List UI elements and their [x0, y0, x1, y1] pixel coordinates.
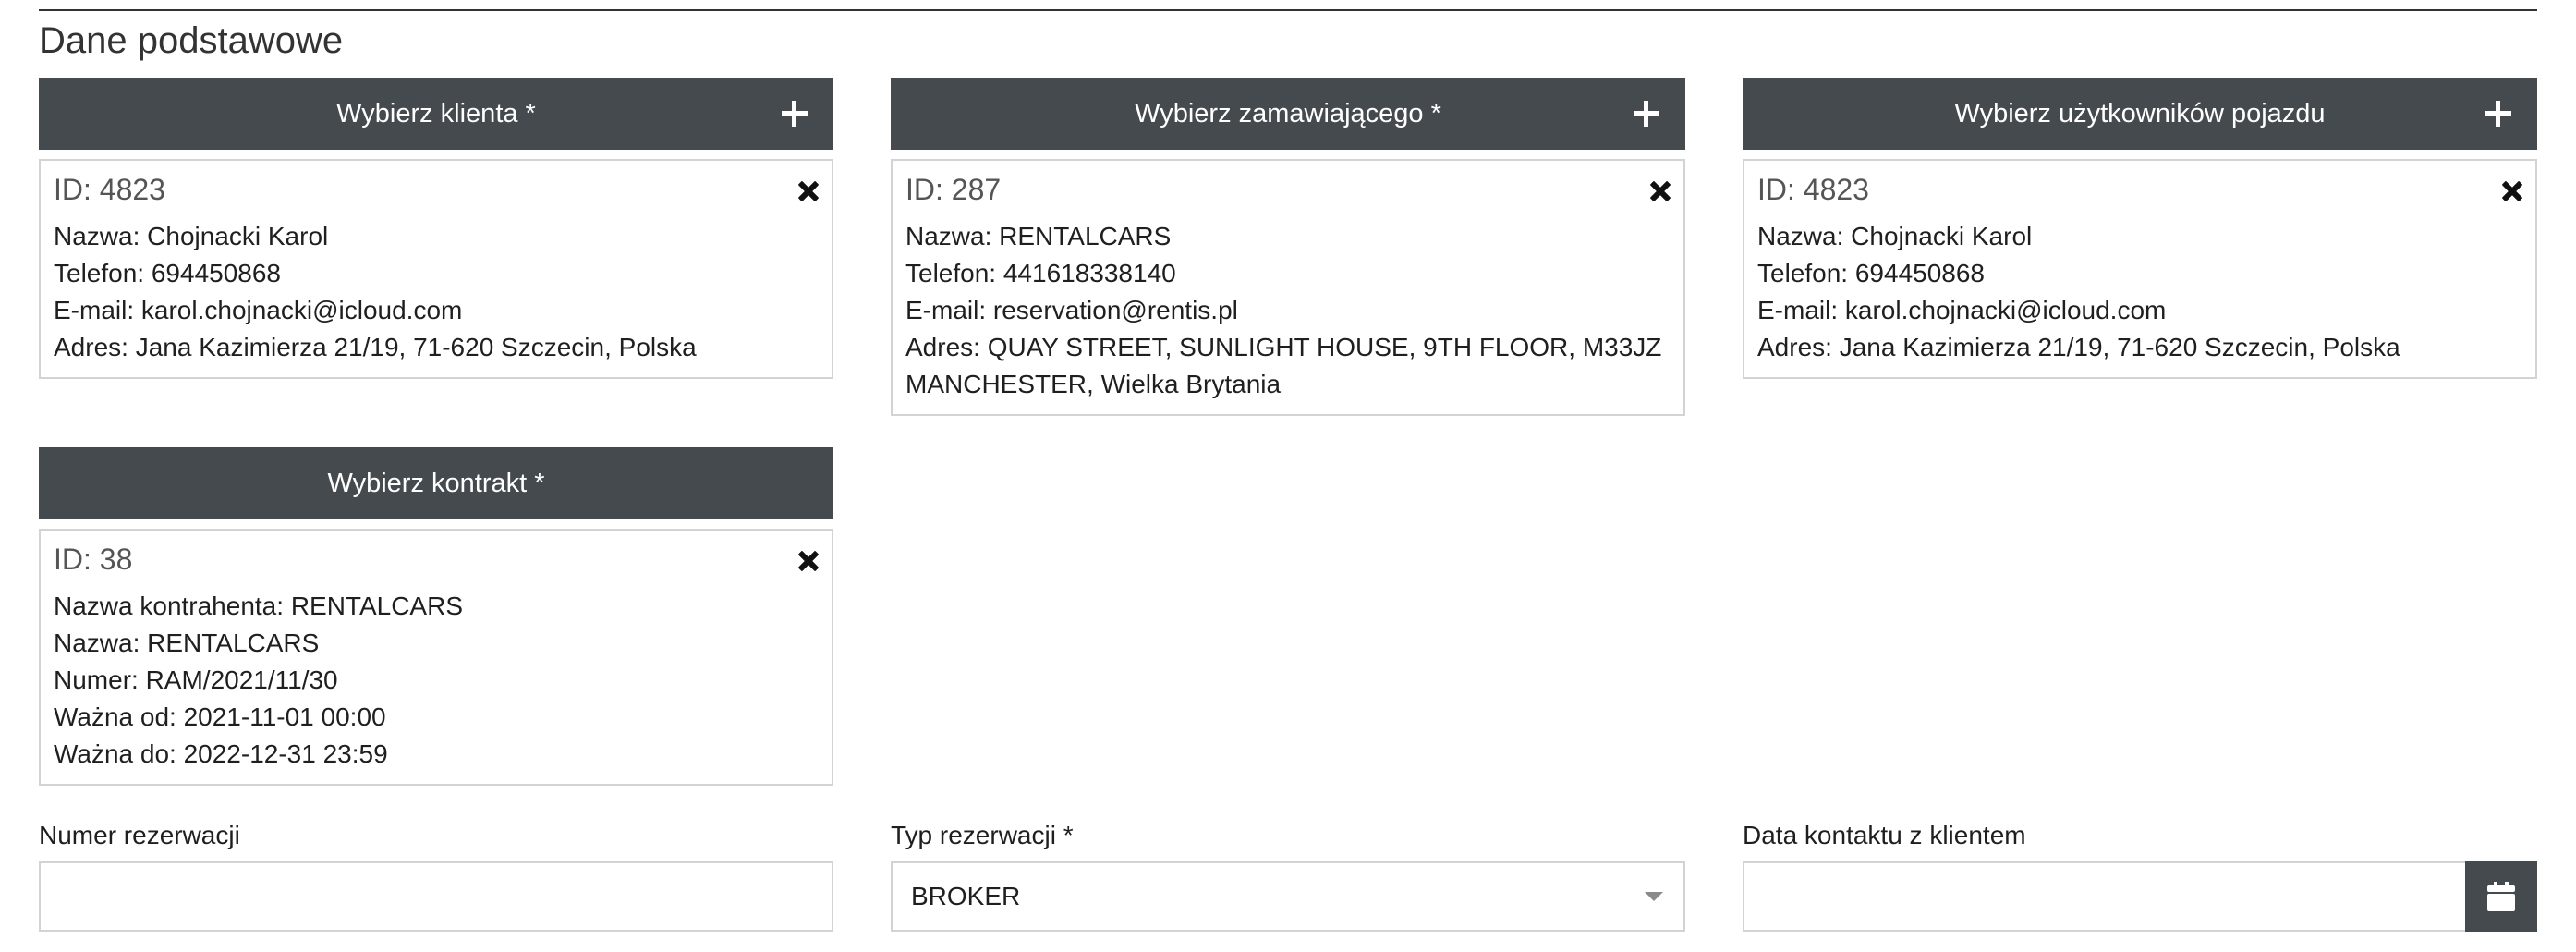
client-phone: Telefon: 694450868: [54, 259, 281, 287]
caret-down-icon: [1645, 892, 1663, 901]
orderer-id: ID: 287: [905, 173, 1002, 206]
select-orderer-label: Wybierz zamawiającego *: [1135, 99, 1441, 128]
vehicle-user-email: E-mail: karol.chojnacki@icloud.com: [1757, 296, 2167, 324]
client-contact-date-input[interactable]: [1743, 861, 2467, 932]
calendar-icon: [2487, 882, 2515, 911]
reservation-type-select[interactable]: BROKER: [891, 861, 1685, 932]
calendar-button[interactable]: [2465, 861, 2537, 932]
client-contact-date-label: Data kontaktu z klientem: [1743, 821, 2026, 849]
orderer-phone: Telefon: 441618338140: [905, 259, 1176, 287]
client-id: ID: 4823: [54, 173, 165, 206]
plus-icon[interactable]: [1634, 101, 1659, 127]
select-vehicle-users-label: Wybierz użytkowników pojazdu: [1954, 99, 2326, 128]
client-email: E-mail: karol.chojnacki@icloud.com: [54, 296, 463, 324]
basic-data-form: Dane podstawowe Wybierz klienta * ID: 48…: [0, 0, 2576, 952]
reservation-type-label: Typ rezerwacji *: [891, 821, 1074, 849]
vehicle-user-phone: Telefon: 694450868: [1757, 259, 1985, 287]
select-contract-button[interactable]: Wybierz kontrakt *: [39, 447, 833, 519]
vehicle-user-address: Adres: Jana Kazimierza 21/19, 71-620 Szc…: [1757, 333, 2400, 361]
reservation-number-input[interactable]: [39, 861, 833, 932]
orderer-address: Adres: QUAY STREET, SUNLIGHT HOUSE, 9TH …: [905, 333, 1662, 398]
reservation-type-value: BROKER: [911, 882, 1021, 910]
contract-valid-to: Ważna do: 2022-12-31 23:59: [54, 739, 388, 768]
vehicle-user-id: ID: 4823: [1757, 173, 1869, 206]
contract-number: Numer: RAM/2021/11/30: [54, 665, 338, 694]
orderer-email: E-mail: reservation@rentis.pl: [905, 296, 1238, 324]
close-icon[interactable]: [796, 179, 820, 203]
contract-name: Nazwa: RENTALCARS: [54, 629, 320, 657]
plus-icon[interactable]: [2485, 101, 2511, 127]
select-orderer-button[interactable]: Wybierz zamawiającego *: [891, 78, 1685, 150]
orderer-card: ID: 287 Nazwa: RENTALCARS Telefon: 44161…: [891, 159, 1685, 416]
contract-card: ID: 38 Nazwa kontrahenta: RENTALCARS Naz…: [39, 529, 833, 786]
contract-valid-from: Ważna od: 2021-11-01 00:00: [54, 702, 386, 731]
contract-selector-group: Wybierz kontrakt * ID: 38 Nazwa kontrahe…: [39, 447, 833, 786]
client-address: Adres: Jana Kazimierza 21/19, 71-620 Szc…: [54, 333, 697, 361]
select-client-button[interactable]: Wybierz klienta *: [39, 78, 833, 150]
close-icon[interactable]: [2500, 179, 2524, 203]
vehicle-user-name: Nazwa: Chojnacki Karol: [1757, 222, 2033, 250]
section-title: Dane podstawowe: [39, 20, 344, 61]
close-icon[interactable]: [796, 549, 820, 573]
orderer-selector-group: Wybierz zamawiającego * ID: 287 Nazwa: R…: [891, 78, 1685, 416]
client-name: Nazwa: Chojnacki Karol: [54, 222, 329, 250]
vehicle-users-card: ID: 4823 Nazwa: Chojnacki Karol Telefon:…: [1743, 159, 2537, 379]
orderer-name: Nazwa: RENTALCARS: [905, 222, 1172, 250]
close-icon[interactable]: [1648, 179, 1672, 203]
select-client-label: Wybierz klienta *: [336, 99, 536, 128]
plus-icon[interactable]: [782, 101, 808, 127]
select-vehicle-users-button[interactable]: Wybierz użytkowników pojazdu: [1743, 78, 2537, 150]
contract-contractor-name: Nazwa kontrahenta: RENTALCARS: [54, 592, 463, 620]
select-contract-label: Wybierz kontrakt *: [327, 469, 545, 498]
contract-id: ID: 38: [54, 543, 133, 576]
top-divider: [39, 9, 2537, 11]
client-card: ID: 4823 Nazwa: Chojnacki Karol Telefon:…: [39, 159, 833, 379]
vehicle-users-selector-group: Wybierz użytkowników pojazdu ID: 4823 Na…: [1743, 78, 2537, 379]
reservation-number-label: Numer rezerwacji: [39, 821, 240, 849]
client-selector-group: Wybierz klienta * ID: 4823 Nazwa: Chojna…: [39, 78, 833, 379]
